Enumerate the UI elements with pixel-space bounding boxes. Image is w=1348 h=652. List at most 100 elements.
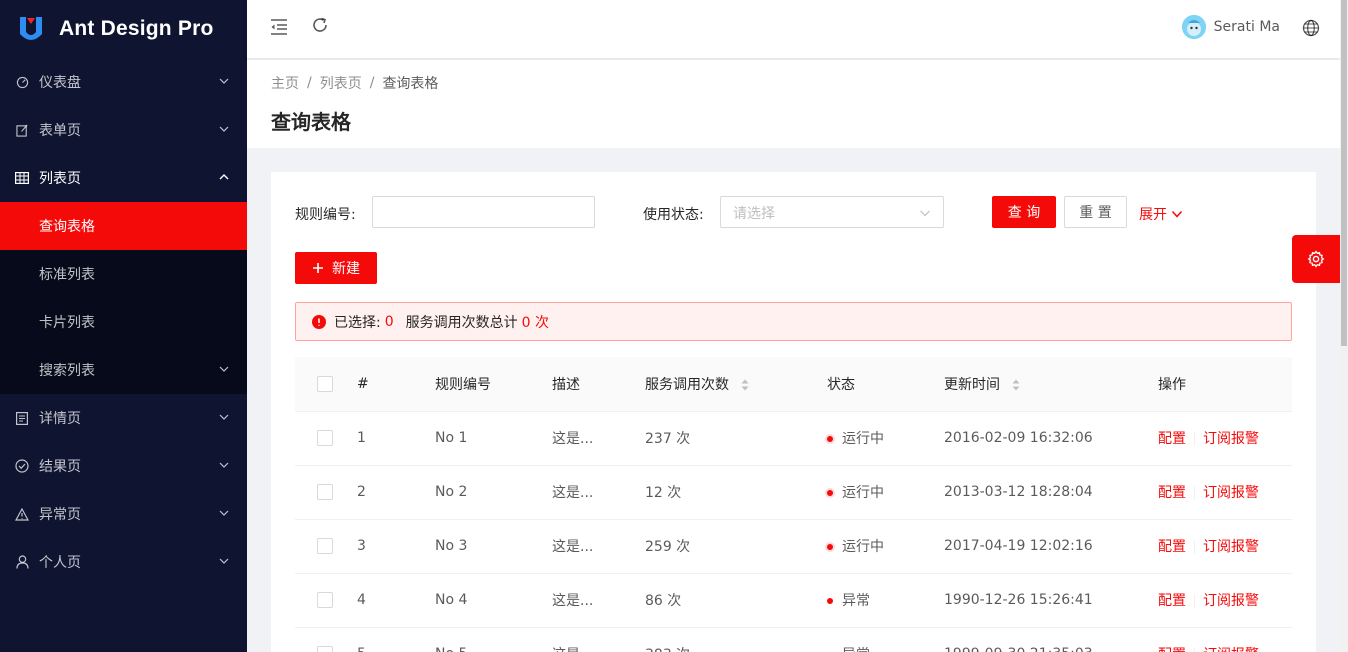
vertical-scrollbar[interactable] <box>1340 0 1348 652</box>
warning-icon <box>15 507 29 521</box>
config-link[interactable]: 配置 <box>1158 431 1186 447</box>
column-header-calls[interactable]: 服务调用次数 <box>645 357 827 412</box>
chevron-down-icon <box>219 462 229 468</box>
action-divider <box>1194 486 1195 500</box>
reload-icon[interactable] <box>310 15 330 35</box>
config-link[interactable]: 配置 <box>1158 539 1186 555</box>
sidebar-submenu-list: 查询表格 标准列表 卡片列表 搜索列表 <box>0 202 247 394</box>
sidebar-item-search-list[interactable]: 搜索列表 <box>0 346 247 394</box>
sidebar-item-list[interactable]: 列表页 <box>0 154 247 202</box>
column-header: # <box>357 357 435 412</box>
new-button-label: 新建 <box>332 261 360 277</box>
row-status-text: 异常 <box>842 593 870 609</box>
column-header: 操作 <box>1158 357 1292 412</box>
user-menu[interactable]: Serati Ma <box>1181 15 1280 39</box>
sidebar-item-form[interactable]: 表单页 <box>0 106 247 154</box>
sidebar-item-label: 个人页 <box>39 555 81 571</box>
row-checkbox[interactable] <box>317 430 333 446</box>
status-select-placeholder: 请选择 <box>733 206 775 222</box>
row-rule-name: No 4 <box>435 573 552 628</box>
subscribe-link[interactable]: 订阅报警 <box>1203 593 1259 609</box>
sidebar-item-account[interactable]: 个人页 <box>0 538 247 586</box>
row-calls: 237 次 <box>645 411 827 466</box>
column-header-updated[interactable]: 更新时间 <box>944 357 1158 412</box>
sidebar-item-profile[interactable]: 详情页 <box>0 394 247 442</box>
query-button[interactable]: 查 询 <box>992 196 1056 228</box>
menu-fold-icon[interactable] <box>269 17 289 37</box>
table-header-row: # 规则编号 描述 服务调用次数 状态 更新时间 操作 <box>295 357 1292 412</box>
row-index: 3 <box>357 519 435 574</box>
breadcrumb-home[interactable]: 主页 <box>271 73 299 93</box>
row-actions: 配置 订阅报警 <box>1158 573 1292 628</box>
subscribe-link[interactable]: 订阅报警 <box>1203 485 1259 501</box>
settings-drawer-button[interactable] <box>1292 235 1340 283</box>
status-dot <box>827 544 833 550</box>
column-header-label: 更新时间 <box>944 376 1000 393</box>
sidebar-item-query-table[interactable]: 查询表格 <box>0 202 247 250</box>
config-link[interactable]: 配置 <box>1158 647 1186 652</box>
row-index: 2 <box>357 465 435 520</box>
row-checkbox[interactable] <box>317 592 333 608</box>
row-status: 运行中 <box>827 411 944 466</box>
column-header: 规则编号 <box>435 357 552 412</box>
row-actions: 配置 订阅报警 <box>1158 519 1292 574</box>
row-rule-name: No 1 <box>435 411 552 466</box>
row-updated: 2016-02-09 16:32:06 <box>944 411 1158 466</box>
row-desc: 这是... <box>552 519 645 574</box>
row-status: 运行中 <box>827 519 944 574</box>
row-updated: 2017-04-19 12:02:16 <box>944 519 1158 574</box>
alert-selected-count: 0 <box>384 313 394 330</box>
table-row: 2 No 2 这是... 12 次 运行中 2013-03-12 18:28:0… <box>295 465 1292 520</box>
sidebar-item-label: 异常页 <box>39 507 81 523</box>
status-select[interactable]: 请选择 <box>720 196 944 228</box>
status-label: 使用状态: <box>643 207 704 223</box>
row-checkbox[interactable] <box>317 484 333 500</box>
config-link[interactable]: 配置 <box>1158 593 1186 609</box>
row-checkbox[interactable] <box>317 538 333 554</box>
table-icon <box>15 171 29 185</box>
table-row: 5 No 5 这是... 383 次 异常 1999-09-30 21:35:0… <box>295 627 1292 652</box>
rules-table: # 规则编号 描述 服务调用次数 状态 更新时间 操作 1 No 1 这是...… <box>295 357 1292 652</box>
row-status: 异常 <box>827 573 944 628</box>
alert-selected-text: 已选择: <box>334 314 381 331</box>
subscribe-link[interactable]: 订阅报警 <box>1203 431 1259 447</box>
plus-icon <box>313 263 323 273</box>
row-rule-name: No 2 <box>435 465 552 520</box>
expand-toggle[interactable]: 展开 <box>1139 204 1183 224</box>
globe-icon[interactable] <box>1302 19 1320 37</box>
row-status-text: 异常 <box>842 647 870 652</box>
status-dot <box>827 490 833 496</box>
chevron-down-icon <box>1171 210 1183 218</box>
breadcrumb-list[interactable]: 列表页 <box>320 73 362 93</box>
sidebar-item-standard-list[interactable]: 标准列表 <box>0 250 247 298</box>
sidebar-item-exception[interactable]: 异常页 <box>0 490 247 538</box>
sidebar-item-dashboard[interactable]: 仪表盘 <box>0 58 247 106</box>
sidebar-item-result[interactable]: 结果页 <box>0 442 247 490</box>
gear-icon <box>1307 250 1325 268</box>
row-updated: 1990-12-26 15:26:41 <box>944 573 1158 628</box>
reset-button[interactable]: 重 置 <box>1064 196 1127 228</box>
row-calls: 259 次 <box>645 519 827 574</box>
new-button[interactable]: 新建 <box>295 252 377 284</box>
username: Serati Ma <box>1213 19 1280 35</box>
sidebar-item-label: 表单页 <box>39 123 81 139</box>
sidebar-item-label: 标准列表 <box>39 267 95 283</box>
page-header: 主页 / 列表页 / 查询表格 查询表格 <box>247 60 1340 148</box>
config-link[interactable]: 配置 <box>1158 485 1186 501</box>
row-checkbox[interactable] <box>317 646 333 652</box>
sort-icon <box>741 379 749 391</box>
sidebar-item-label: 列表页 <box>39 171 81 187</box>
breadcrumb-separator: / <box>307 75 312 91</box>
table-row: 1 No 1 这是... 237 次 运行中 2016-02-09 16:32:… <box>295 411 1292 466</box>
sort-icon <box>1012 379 1020 391</box>
table-row: 3 No 3 这是... 259 次 运行中 2017-04-19 12:02:… <box>295 519 1292 574</box>
logo[interactable]: Ant Design Pro <box>0 0 247 58</box>
scrollbar-thumb[interactable] <box>1341 0 1347 346</box>
subscribe-link[interactable]: 订阅报警 <box>1203 539 1259 555</box>
select-all-checkbox[interactable] <box>317 375 333 392</box>
sidebar-item-card-list[interactable]: 卡片列表 <box>0 298 247 346</box>
chevron-down-icon <box>219 510 229 516</box>
subscribe-link[interactable]: 订阅报警 <box>1203 647 1259 652</box>
rule-input[interactable] <box>372 196 595 228</box>
info-circle-icon <box>312 314 326 329</box>
